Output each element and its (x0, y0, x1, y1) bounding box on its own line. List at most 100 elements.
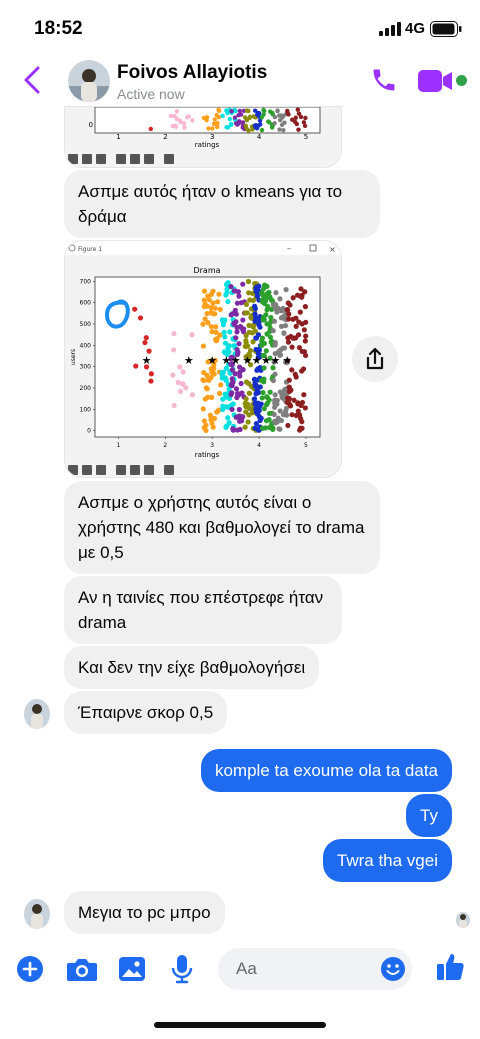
data-point (209, 329, 215, 335)
data-point (260, 314, 267, 320)
data-point (223, 282, 230, 288)
data-point (225, 415, 231, 421)
zoom-icon[interactable] (130, 154, 140, 164)
data-point (204, 311, 210, 317)
data-point (230, 401, 236, 407)
x-tick-label: 1 (116, 133, 120, 141)
data-point (273, 420, 279, 426)
zoom-icon[interactable] (130, 465, 140, 475)
close-icon[interactable]: × (329, 245, 336, 254)
phone-icon[interactable] (370, 66, 398, 94)
message-thread[interactable]: 0 1 2 3 4 5 ratings Ασπμε αυτός ήταν ο kmean… (0, 106, 480, 936)
data-point (281, 127, 286, 133)
message-bubble-outgoing[interactable]: Ty (406, 794, 452, 837)
forward-arrow-icon[interactable] (96, 154, 106, 164)
back-icon[interactable] (22, 64, 42, 96)
save-icon[interactable] (164, 465, 174, 475)
home-icon[interactable] (68, 465, 78, 475)
plot-image-drama[interactable]: Figure 1 – × Drama ★ ★ ★ ★ ★ ★ ★ ★ ★ ★ 0 100 200 300… (64, 240, 342, 478)
data-point (230, 310, 236, 317)
data-point (285, 422, 291, 429)
message-bubble[interactable]: Ασπμε ο χρήστης αυτός είναι ο χρήστης 48… (64, 481, 380, 574)
data-point (143, 335, 149, 341)
data-point (243, 337, 249, 344)
data-point (241, 326, 247, 332)
data-point (296, 127, 301, 132)
configure-icon[interactable] (144, 465, 154, 475)
data-point (201, 418, 207, 424)
plus-icon[interactable] (16, 955, 44, 983)
message-bubble[interactable]: Ασπμε αυτός ήταν ο kmeans για το δράμα (64, 170, 380, 238)
read-receipt-avatar (456, 912, 470, 928)
data-point (220, 396, 226, 402)
data-point (168, 113, 174, 119)
plot-image-kmeans-cropped[interactable]: 0 1 2 3 4 5 ratings (64, 106, 342, 168)
data-point (281, 330, 287, 336)
share-button[interactable] (352, 336, 398, 382)
message-bubble[interactable]: Και δεν την είχε βαθμολογήσει (64, 646, 320, 689)
data-point (245, 419, 251, 425)
data-point (265, 303, 271, 310)
data-point (148, 371, 154, 377)
x-tick-label: 2 (163, 133, 167, 141)
back-arrow-icon[interactable] (82, 465, 92, 475)
data-point (253, 335, 260, 341)
message-input[interactable]: Aa (218, 948, 412, 990)
contact-avatar-small[interactable] (24, 699, 50, 729)
data-point (252, 108, 258, 113)
data-point (295, 401, 301, 407)
data-point (299, 399, 306, 406)
data-point (301, 327, 307, 333)
data-point (300, 366, 307, 372)
data-point (253, 421, 259, 427)
data-point (212, 117, 217, 122)
home-icon[interactable] (68, 154, 78, 164)
message-bubble[interactable]: Μεγια το pc μπρο (64, 891, 225, 934)
emoji-icon[interactable] (380, 956, 406, 982)
mic-icon[interactable] (170, 954, 194, 984)
data-point (219, 375, 225, 381)
video-icon[interactable] (418, 69, 454, 93)
forward-arrow-icon[interactable] (96, 465, 106, 475)
data-point (294, 292, 301, 298)
camera-icon[interactable] (66, 956, 98, 982)
data-point (234, 347, 240, 353)
message-bubble[interactable]: Έπαιρνε σκορ 0,5 (64, 691, 228, 734)
data-point (254, 389, 260, 395)
data-point (273, 302, 279, 308)
data-point (297, 309, 303, 315)
data-point (266, 119, 271, 124)
gallery-icon[interactable] (118, 956, 146, 982)
message-bubble-outgoing[interactable]: Twra tha vgei (322, 839, 452, 882)
data-point (259, 290, 265, 296)
minimize-icon[interactable]: – (287, 244, 291, 253)
data-point (227, 329, 233, 335)
pan-icon[interactable] (116, 154, 126, 164)
back-arrow-icon[interactable] (82, 154, 92, 164)
message-bubble[interactable]: Αν η ταινίες που επέστρεφε ήταν drama (64, 576, 342, 644)
x-tick-label: 4 (257, 442, 261, 449)
contact-avatar[interactable] (68, 60, 110, 102)
data-point (226, 420, 232, 426)
pan-icon[interactable] (116, 465, 126, 475)
data-point (216, 108, 222, 114)
data-point (227, 116, 232, 122)
data-point (218, 382, 224, 388)
contact-avatar-small[interactable] (24, 899, 50, 929)
message-composer: Aa (0, 942, 480, 998)
data-point (222, 334, 228, 340)
save-icon[interactable] (164, 154, 174, 164)
message-bubble-outgoing[interactable]: komple ta exoume ola ta data (200, 749, 452, 792)
data-point (230, 426, 236, 432)
data-point (240, 414, 246, 420)
contact-name[interactable]: Foivos Allayiotis (117, 62, 267, 84)
x-axis-label: ratings (195, 141, 220, 149)
data-point (210, 288, 216, 294)
data-point (282, 120, 287, 125)
data-point (290, 335, 296, 341)
data-point (229, 406, 235, 413)
data-point (244, 108, 250, 113)
configure-icon[interactable] (144, 154, 154, 164)
centroid-marker: ★ (282, 354, 292, 367)
like-icon[interactable] (436, 952, 464, 982)
